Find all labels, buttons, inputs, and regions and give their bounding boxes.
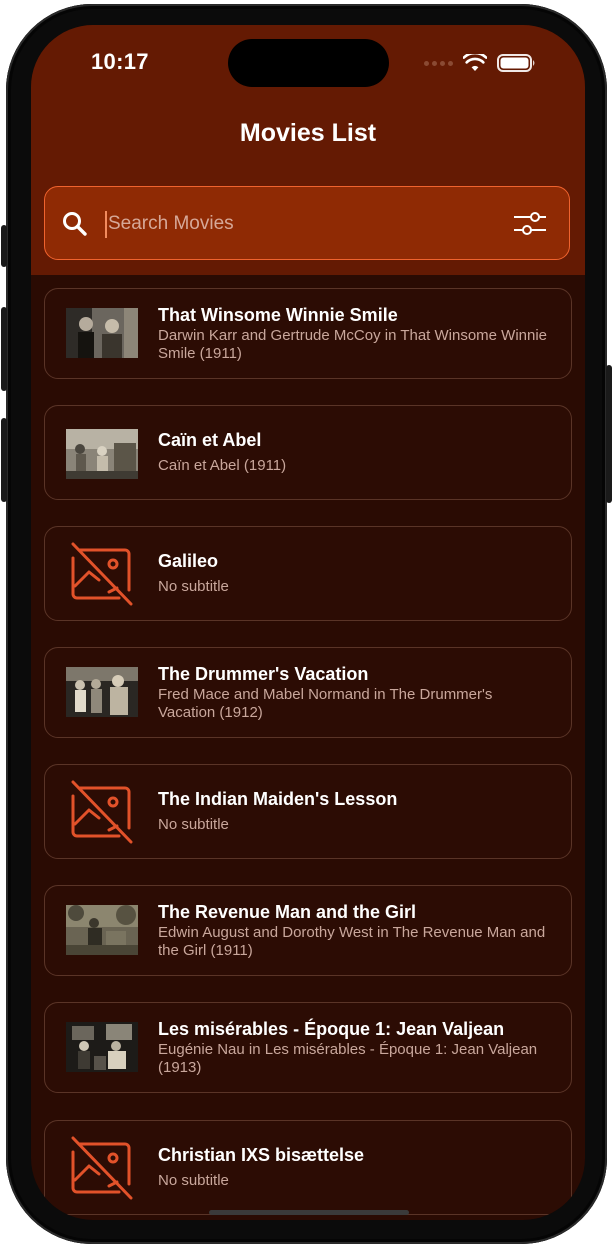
wifi-icon [463,54,487,71]
movie-card[interactable]: The Drummer's Vacation Fred Mace and Mab… [44,647,572,738]
dynamic-island [228,39,389,87]
volume-up-button [1,307,7,391]
home-indicator[interactable] [209,1210,409,1215]
search-bar[interactable] [44,186,570,260]
movie-subtitle: Caïn et Abel (1911) [158,457,287,474]
search-icon [63,212,87,236]
volume-down-button [1,418,7,502]
movie-card[interactable]: Galileo No subtitle [44,526,572,621]
movie-title: The Revenue Man and the Girl [158,902,417,922]
movie-title: Galileo [158,551,219,571]
image-placeholder-icon [71,1136,133,1200]
movie-subtitle: Eugénie Nau in Les misérables - Époque 1… [158,1041,538,1076]
app-screen: 10:17 Movies List Search Movies That Win… [31,25,585,1220]
movie-card[interactable]: That Winsome Winnie Smile Darwin Karr an… [44,288,572,379]
power-button [606,365,612,503]
movie-title: Caïn et Abel [158,430,262,450]
status-icons [424,54,537,72]
battery-icon [497,54,535,72]
status-time: 10:17 [91,49,149,74]
search-input[interactable] [108,205,498,243]
movie-thumbnail [66,905,138,955]
movie-subtitle: No subtitle [158,816,229,833]
app-header: 10:17 Movies List [31,25,585,275]
movie-subtitle: Fred Mace and Mabel Normand in The Drumm… [158,686,493,721]
movie-title: The Drummer's Vacation [158,664,369,684]
text-cursor [105,211,107,238]
movie-title: That Winsome Winnie Smile [158,305,398,325]
page-title: Movies List [239,119,377,147]
movie-thumbnail [66,429,138,479]
movie-title: The Indian Maiden's Lesson [158,789,398,809]
movie-card[interactable]: The Revenue Man and the Girl Edwin Augus… [44,885,572,976]
movie-title: Christian IXS bisættelse [158,1145,365,1165]
movie-thumbnail [66,1022,138,1072]
movie-thumbnail [66,308,138,358]
movie-subtitle: Edwin August and Dorothy West in The Rev… [158,924,546,959]
movie-card[interactable]: The Indian Maiden's Lesson No subtitle [44,764,572,859]
movie-thumbnail [66,667,138,717]
silent-switch [1,225,7,267]
movie-card[interactable]: Les misérables - Époque 1: Jean Valjean … [44,1002,572,1093]
movie-card[interactable]: Christian IXS bisættelse No subtitle [44,1120,572,1215]
movie-subtitle: Darwin Karr and Gertrude McCoy in That W… [158,327,548,362]
movie-title: Les misérables - Époque 1: Jean Valjean [158,1019,505,1039]
image-placeholder-icon [71,780,133,844]
movie-card[interactable]: Caïn et Abel Caïn et Abel (1911) [44,405,572,500]
image-placeholder-icon [71,542,133,606]
movie-subtitle: No subtitle [158,1172,229,1189]
movie-subtitle: No subtitle [158,578,229,595]
cellular-signal-icon [424,60,453,66]
filter-sliders-icon[interactable] [513,211,547,237]
